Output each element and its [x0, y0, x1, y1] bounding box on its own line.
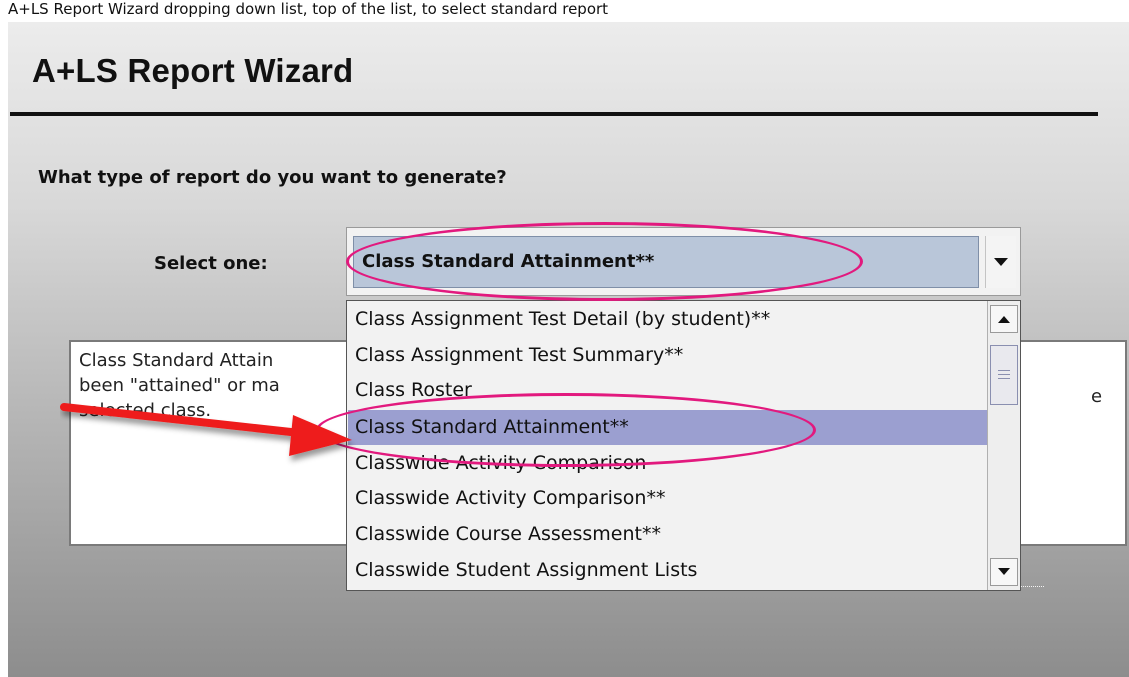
report-wizard-panel: A+LS Report Wizard What type of report d… [8, 22, 1129, 677]
scroll-down-button[interactable] [990, 558, 1018, 586]
grip-line [998, 370, 1010, 371]
select-one-label: Select one: [154, 253, 268, 274]
report-type-select[interactable]: Class Standard Attainment** [346, 227, 1021, 296]
grip-line [998, 374, 1010, 375]
scroll-down-icon [998, 568, 1010, 575]
list-item-selected[interactable]: Class Standard Attainment** [348, 410, 989, 445]
page-title: A+LS Report Wizard [32, 52, 354, 89]
list-item[interactable]: Class Assignment Test Summary** [348, 338, 989, 373]
red-arrow-icon [60, 403, 352, 456]
scroll-up-icon [998, 316, 1010, 323]
list-scrollbar[interactable] [987, 301, 1020, 590]
dropdown-toggle-button[interactable] [985, 236, 1016, 288]
description-line: Class Standard Attain [79, 350, 274, 371]
selected-report-value[interactable]: Class Standard Attainment** [353, 236, 979, 288]
chevron-down-icon [994, 258, 1008, 266]
description-line-tail: e [1091, 386, 1103, 407]
list-item[interactable]: Classwide Student Assignment Lists [348, 553, 989, 588]
scrollbar-thumb[interactable] [990, 345, 1018, 405]
description-line: been "attained" or ma [79, 375, 280, 396]
question-label: What type of report do you want to gener… [38, 167, 507, 188]
list-item[interactable]: Classwide Activity Comparison [348, 446, 989, 481]
scroll-up-button[interactable] [990, 305, 1018, 333]
grip-line [998, 378, 1010, 379]
page-caption-text: A+LS Report Wizard dropping down list, t… [8, 0, 609, 18]
page-caption: A+LS Report Wizard dropping down list, t… [0, 0, 1129, 22]
list-item[interactable]: Class Roster [348, 373, 989, 408]
title-divider [10, 112, 1098, 116]
list-item[interactable]: Classwide Activity Comparison** [348, 481, 989, 516]
list-item[interactable]: Classwide Course Assessment** [348, 517, 989, 552]
list-item[interactable]: Class Assignment Test Detail (by student… [348, 302, 989, 337]
report-type-list[interactable]: Class Assignment Test Detail (by student… [346, 300, 1021, 591]
